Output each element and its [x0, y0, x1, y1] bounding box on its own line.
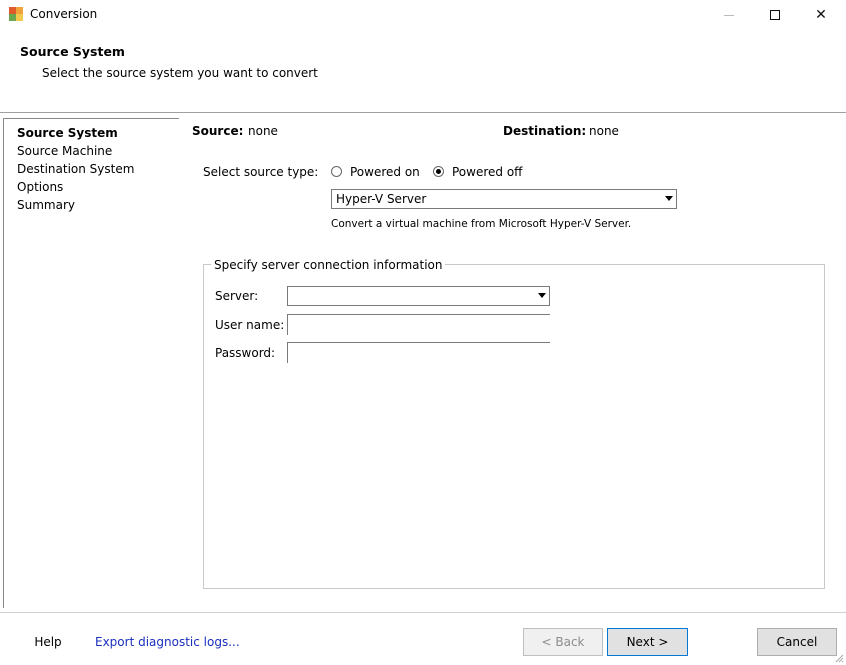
username-input[interactable] — [287, 314, 550, 335]
destination-label: Destination: — [503, 124, 587, 138]
source-type-dropdown-value: Hyper-V Server — [336, 192, 427, 206]
header-divider — [0, 112, 846, 113]
powered-off-label[interactable]: Powered off — [452, 165, 522, 179]
powered-off-radio[interactable] — [433, 166, 444, 177]
window-title: Conversion — [30, 7, 98, 21]
nav-step-options[interactable]: Options — [17, 180, 63, 194]
page-subtitle: Select the source system you want to con… — [42, 66, 318, 80]
server-label: Server: — [215, 289, 259, 303]
converter-app-icon — [9, 7, 23, 21]
password-input[interactable] — [287, 342, 550, 363]
maximize-icon — [770, 10, 780, 20]
source-type-dropdown[interactable]: Hyper-V Server — [331, 189, 677, 209]
maximize-button[interactable] — [752, 0, 798, 30]
chevron-down-icon — [665, 196, 673, 201]
close-icon: ✕ — [815, 7, 827, 23]
powered-on-radio[interactable] — [331, 166, 342, 177]
title-bar: Conversion ✕ — [0, 0, 846, 30]
resize-grip-icon[interactable] — [834, 653, 844, 663]
nav-step-destination-system[interactable]: Destination System — [17, 162, 134, 176]
page-title: Source System — [20, 44, 125, 59]
minimize-icon — [724, 14, 734, 16]
nav-step-source-system[interactable]: Source System — [17, 126, 118, 140]
wizard-steps-nav: Source System Source Machine Destination… — [3, 118, 179, 608]
source-label: Source: — [192, 124, 244, 138]
footer-divider — [0, 612, 846, 613]
wizard-header: Source System Select the source system y… — [0, 30, 846, 112]
close-button[interactable]: ✕ — [798, 0, 844, 30]
source-type-description: Convert a virtual machine from Microsoft… — [331, 218, 632, 230]
export-diagnostic-logs-link[interactable]: Export diagnostic logs... — [95, 635, 240, 649]
next-button[interactable]: Next > — [607, 628, 688, 656]
back-button[interactable]: < Back — [523, 628, 603, 656]
source-value: none — [248, 124, 278, 138]
cancel-button[interactable]: Cancel — [757, 628, 837, 656]
nav-step-summary[interactable]: Summary — [17, 198, 75, 212]
chevron-down-icon — [538, 293, 546, 298]
server-dropdown[interactable] — [287, 286, 550, 306]
server-connection-group — [203, 264, 825, 589]
server-connection-group-title: Specify server connection information — [211, 258, 446, 272]
help-button[interactable]: Help — [8, 628, 88, 656]
nav-step-source-machine[interactable]: Source Machine — [17, 144, 112, 158]
destination-value: none — [589, 124, 619, 138]
username-label: User name: — [215, 318, 285, 332]
password-label: Password: — [215, 346, 276, 360]
source-type-label: Select source type: — [203, 165, 319, 179]
minimize-button[interactable] — [706, 0, 752, 30]
powered-on-label[interactable]: Powered on — [350, 165, 420, 179]
